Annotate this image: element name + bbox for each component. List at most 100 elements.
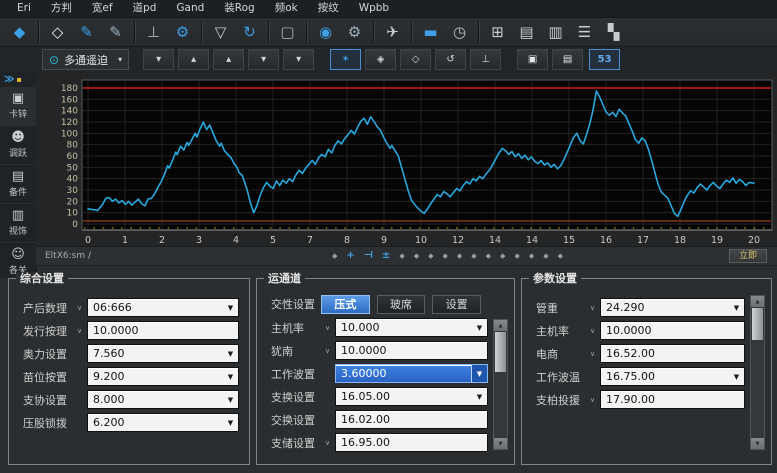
panel-3-combobox-1[interactable]: 24.290 ▼ xyxy=(600,298,745,317)
footer-dot-marker[interactable]: ◆ xyxy=(399,252,404,260)
dropdown-arrow-icon[interactable]: ▼ xyxy=(224,392,237,407)
monitor-button[interactable]: ▢ xyxy=(274,20,301,44)
footer-dot-marker[interactable]: ◆ xyxy=(332,252,337,260)
calendar-button[interactable]: ⊞ xyxy=(484,20,511,44)
footer-dot-marker[interactable]: ◆ xyxy=(500,252,505,260)
menu-item-8[interactable]: Wpbb xyxy=(352,0,402,17)
menu-item-3[interactable]: 道pd xyxy=(126,0,170,17)
footer-dot-marker[interactable]: ◆ xyxy=(442,252,447,260)
menu-item-0[interactable]: Eri xyxy=(10,0,44,17)
footer-dot-marker[interactable]: ◆ xyxy=(428,252,433,260)
dropdown-arrow-icon[interactable]: ▼ xyxy=(471,365,487,382)
wrench-button[interactable]: ⚙ xyxy=(341,20,368,44)
list-menu-button[interactable]: ☰ xyxy=(571,20,598,44)
menu-item-4[interactable]: Gand xyxy=(169,0,217,17)
footer-control-icon[interactable]: ± xyxy=(382,251,390,261)
panel-1-combobox-1[interactable]: 06:666 ▼ xyxy=(87,298,239,317)
scroll-down-button[interactable]: ▼ xyxy=(751,438,764,449)
dropdown-arrow-icon[interactable]: ▼ xyxy=(730,369,743,384)
menu-item-2[interactable]: 宽ef xyxy=(85,0,126,17)
flight-button[interactable]: ✈ xyxy=(379,20,406,44)
layout-grid-button[interactable]: ▚ xyxy=(600,20,627,44)
tab-3[interactable]: 设置 xyxy=(432,294,482,314)
diamond-outline-button[interactable]: ◇ xyxy=(400,49,432,70)
menu-item-1[interactable]: 方判 xyxy=(44,0,85,17)
dropdown-arrow-icon[interactable]: ▼ xyxy=(224,300,237,315)
panel-2-combobox-2[interactable]: 10.0000 xyxy=(335,341,488,360)
scroll-down-button[interactable]: ▼ xyxy=(494,438,507,449)
panel-2-combobox-6[interactable]: 16.95.00 xyxy=(335,433,488,452)
panel-1-combobox-2[interactable]: 10.0000 xyxy=(87,321,239,340)
ground-button[interactable]: ⊥ xyxy=(470,49,502,70)
shield-button[interactable]: ▽ xyxy=(207,20,234,44)
sidebar-expander[interactable]: ≫ ▪ xyxy=(0,72,36,87)
gear-settings-button[interactable]: ⚙ xyxy=(169,20,196,44)
footer-dot-marker[interactable]: ◆ xyxy=(558,252,563,260)
footer-dot-marker[interactable]: ◆ xyxy=(529,252,534,260)
sidebar-item-1[interactable]: ▣ 卡锌 xyxy=(0,87,36,126)
diamond-marker-button[interactable]: ◈ xyxy=(365,49,397,70)
scroll-thumb[interactable] xyxy=(752,308,763,340)
footer-control-icon[interactable]: + xyxy=(346,251,354,261)
dropdown-arrow-icon[interactable]: ▼ xyxy=(224,346,237,361)
panel-3-combobox-2[interactable]: 10.0000 xyxy=(600,321,745,340)
footer-dot-marker[interactable]: ◆ xyxy=(486,252,491,260)
menu-item-6[interactable]: 频ok xyxy=(268,0,311,17)
tab-2[interactable]: 玻席 xyxy=(376,294,426,314)
panel-1-combobox-5[interactable]: 8.000 ▼ xyxy=(87,390,239,409)
probe-tool-button[interactable]: ⊥ xyxy=(140,20,167,44)
chart-action-button[interactable]: 立即 xyxy=(728,249,767,263)
dropdown-arrow-icon[interactable]: ▼ xyxy=(730,300,743,315)
dropdown-arrow-icon[interactable]: ▼ xyxy=(224,369,237,384)
panel-3-combobox-3[interactable]: 16.52.00 xyxy=(600,344,745,363)
panel-mode-button[interactable]: ▤ xyxy=(552,49,584,70)
edit-pen-button[interactable]: ✎ xyxy=(73,20,100,44)
dropdown-arrow-icon[interactable]: ▼ xyxy=(473,320,486,335)
chevron-down-button-1[interactable]: ▾ xyxy=(143,49,175,70)
footer-dot-marker[interactable]: ◆ xyxy=(471,252,476,260)
sidebar-item-2[interactable]: ☻ 调跃 xyxy=(0,126,36,165)
scroll-thumb[interactable] xyxy=(495,332,506,372)
panel-2-combobox-4[interactable]: 16.05.00 ▼ xyxy=(335,387,488,406)
rotate-ccw-button[interactable]: ↺ xyxy=(435,49,467,70)
sidebar-item-4[interactable]: ▥ 视饰 xyxy=(0,204,36,243)
scroll-up-button[interactable]: ▲ xyxy=(494,320,507,331)
document-button[interactable]: ▤ xyxy=(513,20,540,44)
marker-up-button[interactable]: ▴ xyxy=(178,49,210,70)
panel-3-combobox-4[interactable]: 16.75.00 ▼ xyxy=(600,367,745,386)
dropdown-arrow-icon[interactable]: ▼ xyxy=(224,415,237,430)
footer-dot-marker[interactable]: ◆ xyxy=(514,252,519,260)
card-button[interactable]: ▬ xyxy=(417,20,444,44)
burst-tool-button[interactable]: ✶ xyxy=(330,49,362,70)
panel-2-combobox-1[interactable]: 10.000 ▼ xyxy=(335,318,488,337)
marker-top-button[interactable]: ▴ xyxy=(213,49,245,70)
app-home-button[interactable]: ◆ xyxy=(6,20,33,44)
chevron-down-button-2[interactable]: ▾ xyxy=(248,49,280,70)
footer-dot-marker[interactable]: ◆ xyxy=(457,252,462,260)
menu-item-5[interactable]: 装Rog xyxy=(217,0,267,17)
panel-2-combobox-5[interactable]: 16.02.00 xyxy=(335,410,488,429)
panel-2-scrollbar[interactable]: ▲ ▼ xyxy=(493,319,508,450)
panel-1-combobox-4[interactable]: 9.200 ▼ xyxy=(87,367,239,386)
footer-dot-marker[interactable]: ◆ xyxy=(543,252,548,260)
dropdown-arrow-icon[interactable]: ▼ xyxy=(473,389,486,404)
panel-3-scrollbar[interactable]: ▲ ▼ xyxy=(750,295,765,450)
refresh-button[interactable]: ↻ xyxy=(236,20,263,44)
footer-dot-marker[interactable]: ◆ xyxy=(414,252,419,260)
snapshot-button[interactable]: ◉ xyxy=(312,20,339,44)
clock-button[interactable]: ◷ xyxy=(446,20,473,44)
footer-control-icon[interactable]: ⊣ xyxy=(364,251,373,261)
panel-1-combobox-3[interactable]: 7.560 ▼ xyxy=(87,344,239,363)
panel-1-combobox-6[interactable]: 6.200 ▼ xyxy=(87,413,239,432)
scroll-up-button[interactable]: ▲ xyxy=(751,296,764,307)
panel-2-combobox-3[interactable]: 3.60000 ▼ xyxy=(335,364,488,383)
tab-1[interactable]: 压式 xyxy=(321,294,370,314)
window-mode-button[interactable]: ▣ xyxy=(517,49,549,70)
menu-item-7[interactable]: 按纹 xyxy=(311,0,352,17)
panel-3-combobox-5[interactable]: 17.90.00 xyxy=(600,390,745,409)
select-tool-button[interactable]: ◇ xyxy=(44,20,71,44)
globe-badge-button[interactable]: 53 xyxy=(589,49,621,70)
sidebar-item-3[interactable]: ▤ 备件 xyxy=(0,165,36,204)
channel-mode-combobox[interactable]: ⊙ 多通遥迫 ▾ xyxy=(42,49,130,70)
chevron-down-button-3[interactable]: ▾ xyxy=(283,49,315,70)
